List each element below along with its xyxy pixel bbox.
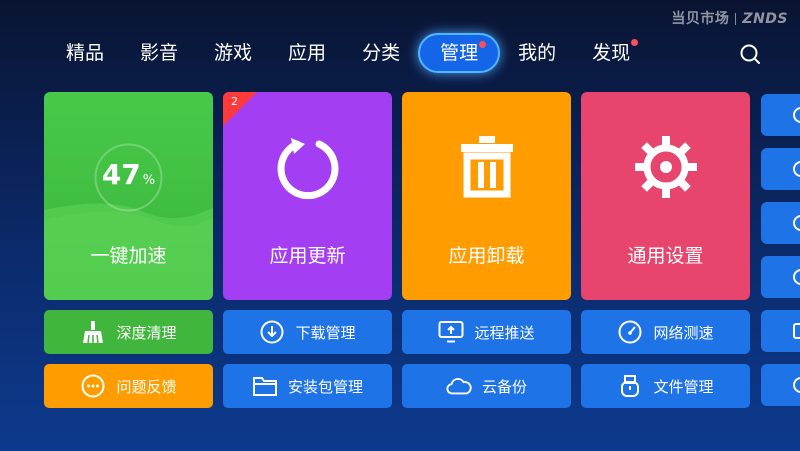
- app-uninstall-label: 应用卸载: [448, 245, 525, 267]
- deep-clean-button[interactable]: 深度清理: [44, 310, 213, 354]
- feedback-button[interactable]: 问题反馈: [44, 364, 213, 408]
- update-count: 2: [231, 95, 238, 108]
- installer-manager-button[interactable]: 安装包管理: [223, 364, 392, 408]
- watermark: 当贝市场 ZNDS: [671, 8, 788, 28]
- side-item[interactable]: [761, 256, 800, 298]
- cloud-icon: [446, 373, 472, 399]
- file-manager-button[interactable]: 文件管理: [581, 364, 750, 408]
- side-item[interactable]: [761, 364, 800, 406]
- cloud-backup-button[interactable]: 云备份: [402, 364, 571, 408]
- nav-tab-apps[interactable]: 应用: [270, 33, 344, 73]
- refresh-icon: [277, 138, 338, 200]
- usb-drive-icon: [617, 373, 643, 399]
- file-manager-label: 文件管理: [653, 377, 714, 396]
- nav-tab-discover[interactable]: 发现: [574, 33, 648, 73]
- download-manager-label: 下载管理: [295, 323, 356, 342]
- folder-icon: [252, 373, 278, 399]
- nav-tab-featured[interactable]: 精品: [48, 33, 122, 73]
- nav-tab-media[interactable]: 影音: [122, 33, 196, 73]
- partial-icon: [793, 269, 800, 285]
- partial-icon: [793, 107, 800, 123]
- nav-tab-mine[interactable]: 我的: [500, 33, 574, 73]
- general-settings-label: 通用设置: [627, 245, 704, 267]
- cloud-backup-label: 云备份: [481, 377, 527, 396]
- top-nav: 精品 影音 游戏 应用 分类 管理 我的 发现: [48, 30, 648, 76]
- app-update-card[interactable]: 2 应用更新: [223, 92, 392, 300]
- side-item[interactable]: [761, 148, 800, 190]
- gear-icon: [634, 136, 697, 198]
- feedback-label: 问题反馈: [116, 377, 177, 396]
- memory-percent: 47%: [101, 158, 156, 191]
- nav-tab-games[interactable]: 游戏: [196, 33, 270, 73]
- app-update-label: 应用更新: [269, 245, 346, 267]
- nav-tab-categories[interactable]: 分类: [344, 33, 418, 73]
- monitor-upload-icon: [438, 319, 464, 345]
- notification-dot: [479, 41, 487, 48]
- deep-clean-label: 深度清理: [116, 323, 177, 342]
- broom-icon: [80, 319, 106, 345]
- general-settings-card[interactable]: 通用设置: [581, 92, 750, 300]
- watermark-text: 当贝市场: [671, 11, 730, 27]
- app-uninstall-card[interactable]: 应用卸载: [402, 92, 571, 300]
- trash-icon: [460, 136, 513, 198]
- download-manager-button[interactable]: 下载管理: [223, 310, 392, 354]
- chat-dots-icon: [80, 373, 106, 399]
- remote-push-label: 远程推送: [474, 323, 535, 342]
- partial-icon: [793, 377, 800, 393]
- speed-up-card[interactable]: 47% 一键加速: [44, 92, 213, 300]
- network-speed-test-label: 网络测速: [653, 323, 714, 342]
- speedometer-icon: [617, 319, 643, 345]
- installer-manager-label: 安装包管理: [287, 377, 363, 396]
- network-speed-test-button[interactable]: 网络测速: [581, 310, 750, 354]
- partial-icon: [793, 161, 800, 177]
- partial-icon: [793, 215, 800, 231]
- watermark-brand: ZNDS: [742, 11, 788, 27]
- update-count-badge: [223, 92, 257, 126]
- search-icon[interactable]: [739, 43, 761, 65]
- nav-tab-manage[interactable]: 管理: [418, 33, 501, 73]
- remote-push-button[interactable]: 远程推送: [402, 310, 571, 354]
- notification-dot: [631, 39, 639, 46]
- side-item[interactable]: [761, 202, 800, 244]
- speed-up-label: 一键加速: [90, 245, 167, 267]
- download-icon: [259, 319, 285, 345]
- partial-icon: [793, 323, 800, 339]
- side-item[interactable]: [761, 310, 800, 352]
- side-item[interactable]: [761, 94, 800, 136]
